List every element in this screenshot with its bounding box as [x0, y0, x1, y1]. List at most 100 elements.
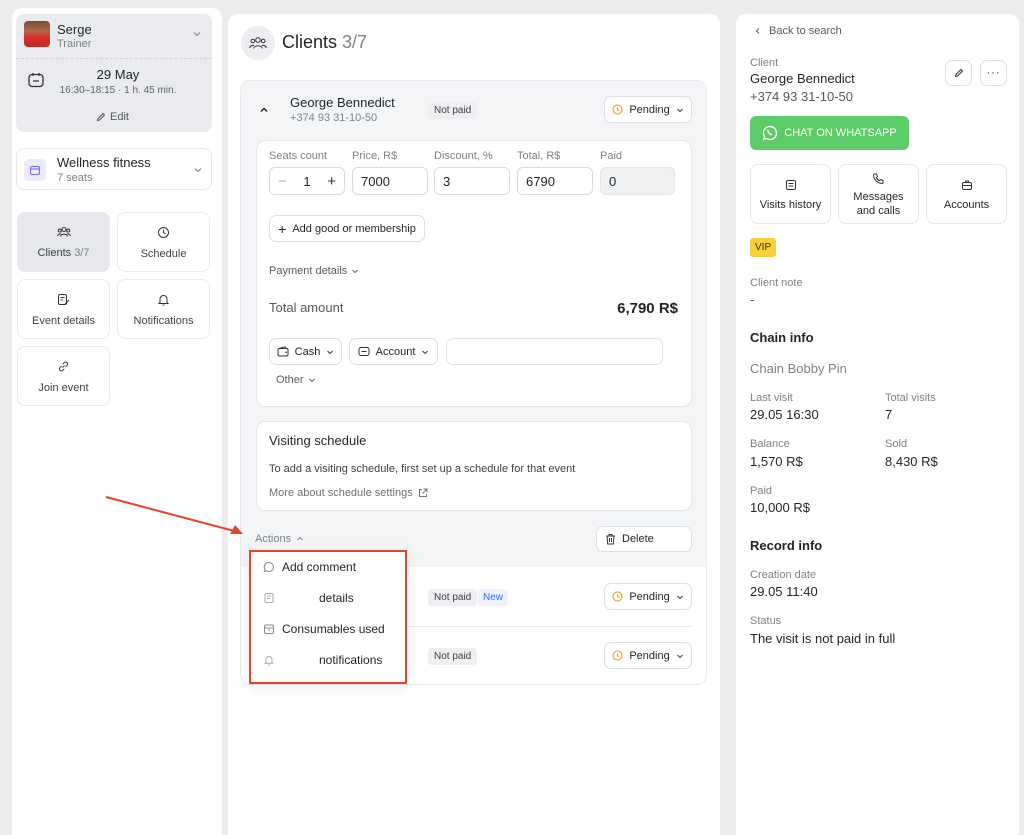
cash-label: Cash: [294, 345, 321, 358]
total-amount-label: Total amount: [269, 300, 344, 315]
tab-notifications[interactable]: Notifications: [117, 279, 210, 339]
more-options-button[interactable]: ···: [980, 60, 1007, 86]
clock-icon: [157, 226, 170, 239]
add-good-label: Add good or membership: [292, 222, 416, 235]
event-time: 16:30–18:15 · 1 h. 45 min.: [59, 85, 177, 96]
client-detail-phone: +374 93 31-10-50: [750, 89, 854, 104]
tab-clients-label: Clients: [37, 247, 72, 259]
clock-icon: [612, 591, 623, 602]
chevron-down-icon: [676, 652, 684, 660]
actions-label: Actions: [255, 533, 292, 545]
trainer-name: Serge: [57, 22, 92, 37]
tile-messages-calls[interactable]: Messages and calls: [838, 164, 919, 224]
client-3-status-label: Pending: [629, 649, 670, 662]
briefcase-icon: [961, 179, 973, 191]
client-2-new-badge: New: [478, 589, 509, 606]
link-icon: [57, 360, 70, 373]
balance-value: 1,570 R$: [750, 454, 803, 469]
service-chevron-down-icon: [193, 165, 203, 175]
event-date: 29 May: [96, 67, 140, 82]
visiting-text: To add a visiting schedule, first set up…: [269, 463, 576, 475]
trainer-card[interactable]: Serge Trainer 29 May 16:30–18:15 · 1 h. …: [16, 14, 212, 132]
menu-item-notifications[interactable]: notifications: [263, 653, 382, 667]
page-title-count: 3/7: [342, 32, 368, 52]
status-dropdown[interactable]: Pending: [604, 96, 692, 123]
paid-label: Paid: [600, 150, 623, 162]
balance-label: Balance: [750, 438, 790, 450]
tab-join-event[interactable]: Join event: [17, 346, 110, 406]
trash-icon: [605, 533, 616, 545]
payment-details-toggle[interactable]: Payment details: [269, 265, 359, 277]
delete-button[interactable]: Delete: [596, 526, 692, 552]
plus-icon[interactable]: +: [327, 173, 336, 190]
cash-dropdown[interactable]: Cash: [269, 338, 342, 365]
tile-accounts[interactable]: Accounts: [926, 164, 1007, 224]
chevron-up-icon: [296, 535, 304, 543]
amount-input[interactable]: [446, 338, 663, 365]
chevron-down-icon: [308, 376, 316, 384]
menu-item-add-comment[interactable]: Add comment: [263, 560, 356, 574]
account-dropdown[interactable]: Account: [349, 338, 438, 365]
calendar-icon: [27, 71, 45, 89]
price-label: Price, R$: [352, 150, 398, 162]
client-3-payment-badge: Not paid: [428, 648, 478, 665]
tab-clients-count: 3/7: [74, 247, 90, 259]
add-good-button[interactable]: + Add good or membership: [269, 215, 425, 242]
sold-value: 8,430 R$: [885, 454, 938, 469]
menu-item-label: Add comment: [282, 560, 357, 574]
chevron-down-icon: [421, 348, 429, 356]
menu-item-label: notifications: [319, 653, 383, 667]
more-icon: ···: [986, 67, 1001, 79]
seats-label: Seats count: [269, 150, 328, 162]
discount-input[interactable]: 3: [434, 167, 510, 195]
edit-button[interactable]: Edit: [96, 111, 129, 123]
external-link-icon: [418, 488, 428, 498]
minus-icon[interactable]: −: [278, 173, 287, 190]
tile-visits-history[interactable]: Visits history: [750, 164, 831, 224]
tab-schedule[interactable]: Schedule: [117, 212, 210, 272]
client-detail-name: George Bennedict: [750, 71, 855, 86]
client-3-status-dropdown[interactable]: Pending: [604, 642, 692, 669]
seats-value: 1: [303, 173, 311, 189]
paid-input[interactable]: 0: [600, 167, 675, 195]
client-2-status-dropdown[interactable]: Pending: [604, 583, 692, 610]
sold-label: Sold: [885, 438, 908, 450]
client-phone: +374 93 31-10-50: [290, 112, 378, 124]
menu-item-details[interactable]: details: [263, 591, 354, 605]
plus-icon: +: [278, 220, 287, 237]
payment-badge: Not paid: [428, 102, 478, 119]
back-to-search-link[interactable]: Back to search: [754, 25, 842, 37]
service-name: Wellness fitness: [57, 155, 151, 170]
service-selector[interactable]: Wellness fitness 7 seats: [16, 148, 212, 190]
chevron-down-icon[interactable]: [192, 29, 202, 39]
account-label: Account: [375, 345, 416, 358]
actions-toggle[interactable]: Actions: [255, 533, 304, 545]
avatar: [24, 21, 50, 47]
menu-item-label: Consumables used: [282, 622, 385, 636]
box-icon: [263, 623, 275, 635]
schedule-settings-link[interactable]: More about schedule settings: [269, 487, 428, 499]
tab-event-details[interactable]: Event details: [17, 279, 110, 339]
tile-label: Visits history: [759, 199, 822, 211]
people-icon: [56, 226, 71, 238]
chevron-down-icon: [676, 593, 684, 601]
whatsapp-button[interactable]: CHAT ON WHATSAPP: [750, 116, 909, 150]
other-label: Other: [276, 374, 304, 386]
tab-clients[interactable]: Clients 3/7: [17, 212, 110, 272]
menu-item-consumables[interactable]: Consumables used: [263, 622, 385, 636]
menu-item-label: details: [319, 591, 354, 605]
chevron-up-icon[interactable]: [258, 104, 270, 116]
note-value: -: [750, 292, 755, 307]
client-label: Client: [750, 57, 779, 69]
price-input[interactable]: 7000: [352, 167, 428, 195]
seats-stepper[interactable]: − 1 +: [269, 167, 345, 195]
clock-icon: [612, 104, 623, 115]
total-input[interactable]: 6790: [517, 167, 593, 195]
total-label: Total, R$: [517, 150, 561, 162]
divider: [16, 58, 212, 59]
creation-value: 29.05 11:40: [750, 584, 818, 599]
note-label: Client note: [750, 277, 803, 289]
edit-client-button[interactable]: [945, 60, 972, 86]
tab-join-event-label: Join event: [38, 382, 89, 394]
other-toggle[interactable]: Other: [276, 374, 316, 386]
